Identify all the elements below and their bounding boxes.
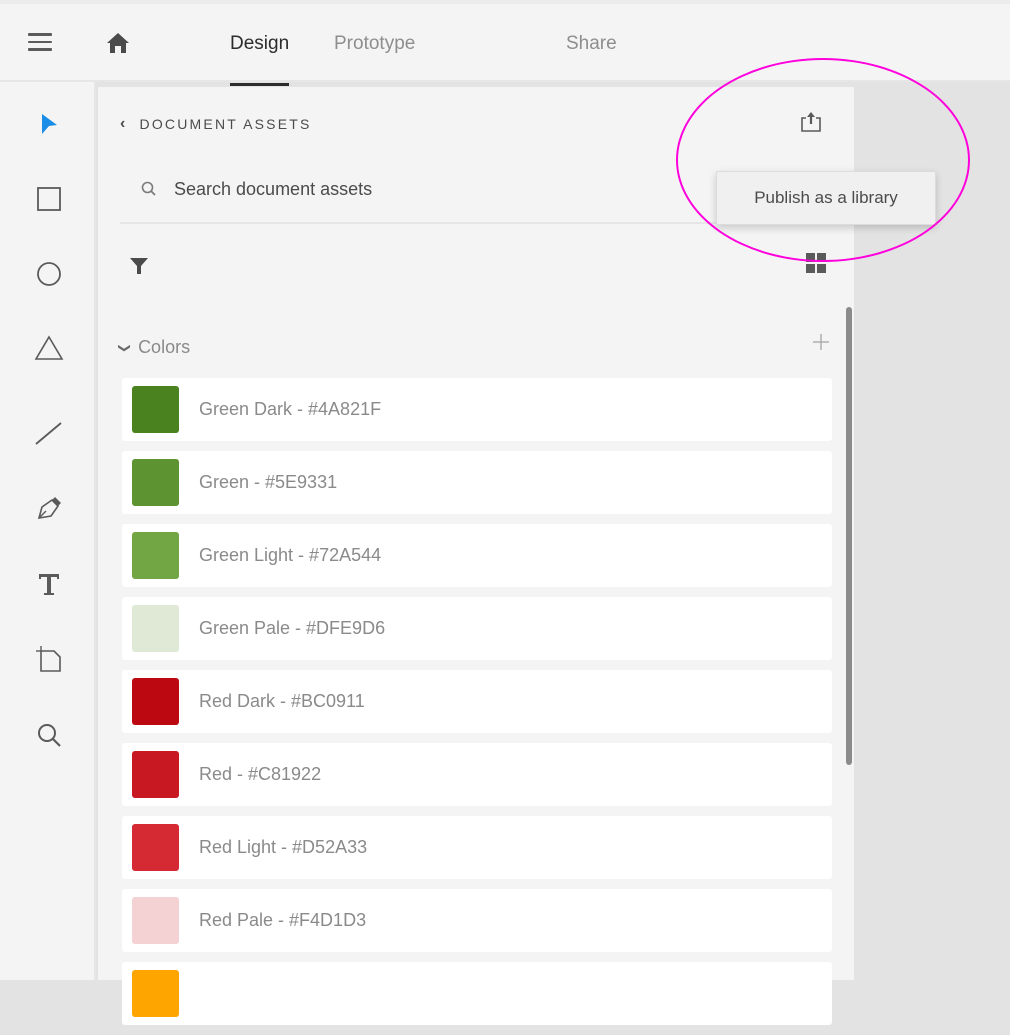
color-label: Red Dark - #BC0911	[199, 691, 365, 711]
polygon-tool[interactable]	[32, 331, 66, 365]
share-upload-icon	[801, 112, 821, 132]
color-swatch	[132, 970, 179, 1017]
tools-toolbar	[0, 82, 96, 980]
filter-button[interactable]	[128, 255, 150, 277]
color-label: Green - #5E9331	[199, 472, 338, 492]
chevron-down-icon: ❯	[118, 342, 133, 353]
pen-tool[interactable]	[32, 491, 66, 525]
plus-icon	[813, 334, 829, 350]
arrow-pointer-icon	[42, 114, 57, 134]
add-color-button[interactable]	[810, 331, 832, 353]
panel-title: DOCUMENT ASSETS	[139, 116, 312, 132]
color-asset-item[interactable]: Green - #5E9331	[122, 451, 832, 514]
color-label: Red Light - #D52A33	[199, 837, 368, 857]
color-asset-item[interactable]	[122, 962, 832, 1025]
color-asset-item[interactable]: Green Dark - #4A821F	[122, 378, 832, 441]
color-swatch	[132, 605, 179, 652]
section-label: Colors	[138, 337, 191, 357]
color-asset-item[interactable]: Green Light - #72A544	[122, 524, 832, 587]
artboard-tool[interactable]	[32, 642, 66, 676]
chevron-left-icon: ‹	[120, 115, 128, 132]
color-label: Red - #C81922	[199, 764, 322, 784]
zoom-tool[interactable]	[32, 718, 66, 752]
tab-share[interactable]: Share	[566, 34, 617, 86]
color-swatch	[132, 532, 179, 579]
color-label: Green Dark - #4A821F	[199, 399, 382, 419]
color-list: Green Dark - #4A821F Green - #5E9331 Green…	[122, 378, 832, 1035]
color-swatch	[132, 459, 179, 506]
home-icon[interactable]	[105, 30, 131, 56]
search-icon	[141, 181, 156, 196]
color-asset-item[interactable]: Red Light - #D52A33	[122, 816, 832, 879]
panel-scrollbar[interactable]	[846, 307, 852, 765]
filter-icon	[130, 258, 148, 274]
color-asset-item[interactable]: Green Pale - #DFE9D6	[122, 597, 832, 660]
grid-view-icon	[806, 253, 826, 273]
text-tool[interactable]	[32, 567, 66, 601]
publish-tooltip: Publish as a library	[716, 171, 936, 225]
color-swatch	[132, 897, 179, 944]
color-asset-item[interactable]: Red - #C81922	[122, 743, 832, 806]
publish-library-button[interactable]	[798, 109, 824, 135]
search-input[interactable]	[174, 178, 674, 200]
color-label: Red Pale - #F4D1D3	[199, 910, 367, 930]
color-asset-item[interactable]: Red Pale - #F4D1D3	[122, 889, 832, 952]
color-swatch	[132, 751, 179, 798]
square-icon	[37, 187, 61, 211]
tab-prototype[interactable]: Prototype	[334, 34, 415, 86]
select-tool[interactable]	[32, 106, 66, 140]
line-icon	[35, 422, 62, 445]
color-asset-item[interactable]: Red Dark - #BC0911	[122, 670, 832, 733]
color-swatch	[132, 678, 179, 725]
rectangle-tool[interactable]	[32, 181, 66, 215]
artboard-icon	[36, 646, 61, 672]
circle-icon	[37, 262, 61, 286]
magnifier-icon	[38, 724, 61, 747]
pen-icon	[37, 497, 61, 519]
colors-section-toggle[interactable]: ❯ Colors	[118, 337, 191, 358]
color-label: Green Light - #72A544	[199, 545, 382, 565]
grid-view-button[interactable]	[804, 251, 828, 275]
color-label: Green Pale - #DFE9D6	[199, 618, 386, 638]
triangle-icon	[34, 335, 64, 360]
color-swatch	[132, 824, 179, 871]
hamburger-menu-icon[interactable]	[28, 33, 52, 53]
back-to-assets-button[interactable]: ‹ DOCUMENT ASSETS	[120, 115, 312, 133]
top-bar: Design Prototype Share	[0, 0, 1010, 86]
color-swatch	[132, 386, 179, 433]
ellipse-tool[interactable]	[32, 256, 66, 290]
text-icon	[39, 574, 59, 595]
line-tool[interactable]	[32, 416, 66, 450]
tab-design[interactable]: Design	[230, 34, 290, 86]
